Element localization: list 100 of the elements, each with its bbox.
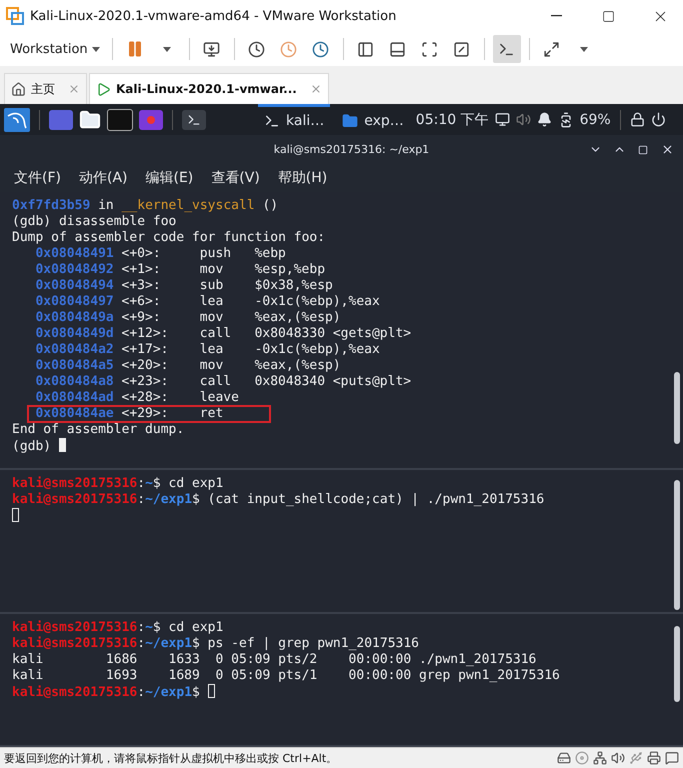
caret-icon: [92, 46, 100, 52]
menu-item[interactable]: 编辑(E): [146, 169, 194, 187]
operands-text: %eax,(%esp): [254, 358, 341, 374]
mnemonic-text: sub: [200, 278, 224, 294]
screen-recorder-icon[interactable]: [139, 110, 163, 130]
prompt-sigil: $: [192, 685, 200, 700]
message-icon[interactable]: [665, 751, 679, 765]
function-name: __kernel_vsyscall: [122, 198, 255, 213]
terminal-text: Dump of assembler code for function foo:: [12, 230, 326, 245]
panel-bottom-icon: [389, 40, 406, 58]
taskbar-item[interactable]: exp…: [336, 104, 410, 135]
tab[interactable]: 主页: [4, 73, 87, 104]
clock-text: 05:10 下午: [416, 110, 489, 128]
offset-text: <+20>:: [122, 358, 170, 374]
monitor-arrow-icon: [203, 40, 220, 58]
terminal-text: (gdb): [12, 439, 52, 454]
power-icon[interactable]: [650, 112, 666, 127]
operands-text: %ebp: [254, 246, 286, 262]
close-icon[interactable]: [310, 83, 322, 95]
folder-icon[interactable]: [79, 108, 101, 130]
operands-text: 0x8048340 <puts@plt>: [254, 374, 412, 390]
address-text: 0x08048497: [35, 294, 115, 310]
square-icon: [638, 144, 648, 154]
prompt-separator: :: [137, 476, 146, 490]
scrollbar-thumb[interactable]: [674, 626, 680, 702]
offset-text: <+28>:: [122, 390, 170, 406]
mnemonic-text: mov: [200, 310, 224, 326]
prompt-path: ~: [145, 620, 153, 636]
workstation-menu[interactable]: Workstation: [6, 40, 104, 58]
operands-text: %esp,%ebp: [254, 262, 326, 278]
scrollbar-thumb[interactable]: [674, 372, 680, 444]
prompt-path: ~/exp1: [145, 636, 192, 652]
prompt-user: kali@sms20175316: [12, 476, 138, 490]
close-icon: [660, 143, 674, 156]
address-text: 0x0804849a: [35, 310, 115, 326]
close-icon[interactable]: [68, 83, 80, 95]
command-text: cd exp1: [168, 620, 224, 636]
status-message: 要返回到您的计算机，请将鼠标指针从虚拟机中移出或按 Ctrl+Alt。: [4, 750, 338, 766]
terminal-title: kali@sms20175316: ~/exp1: [272, 143, 430, 156]
volume-icon[interactable]: [516, 112, 531, 127]
mnemonic-text: call: [200, 326, 232, 342]
operands-text: %eax,(%esp): [254, 310, 341, 326]
offset-text: <+23>:: [122, 374, 170, 390]
bell-icon[interactable]: [536, 112, 552, 127]
address-text: 0x08048491: [35, 246, 115, 262]
speaker-icon[interactable]: [611, 751, 625, 765]
menu-item[interactable]: 动作(A): [78, 169, 128, 187]
address-text: 0x080484a8: [35, 374, 115, 390]
minimize-icon: [550, 15, 562, 17]
maximize-icon: [602, 10, 614, 22]
operands-text: -0x1c(%ebp),%eax: [254, 294, 380, 310]
app-logo-icon: [6, 7, 24, 25]
scrollbar-thumb[interactable]: [674, 480, 680, 610]
tab[interactable]: Kali-Linux-2020.1-vmwar...: [89, 73, 329, 104]
network-icon[interactable]: [593, 751, 607, 765]
operands-text: 0x8048330 <gets@plt>: [254, 326, 412, 342]
square-slash-icon: [453, 40, 470, 58]
prompt-separator: :: [137, 636, 146, 652]
offset-text: <+0>:: [122, 246, 162, 262]
prompt-separator: :: [137, 492, 146, 506]
printer-icon[interactable]: [647, 751, 661, 765]
operands-text: $0x38,%esp: [254, 278, 333, 294]
panel-left-icon: [357, 40, 374, 58]
prompt-user: kali@sms20175316: [12, 636, 138, 652]
battery-text: 69%: [580, 112, 611, 128]
mnemonic-text: lea: [200, 342, 224, 358]
mnemonic-text: leave: [200, 390, 240, 406]
address-text: 0x0804849d: [35, 326, 115, 342]
terminal-pane[interactable]: kali@sms20175316:~$ cd exp1 kali@sms20175316:~/exp1$ (cat input_shellcode;cat) | ./pwn1_20175316: [0, 470, 683, 614]
prompt-separator: :: [137, 620, 146, 636]
offset-text: <+17>:: [122, 342, 170, 358]
mnemonic-text: push: [200, 246, 232, 262]
home-icon: [11, 82, 26, 96]
menu-item[interactable]: 帮助(H): [278, 169, 328, 187]
prompt-sigil: $: [192, 636, 200, 652]
console-button[interactable]: [492, 35, 521, 63]
address-text: 0x080484ae: [35, 406, 115, 422]
offset-text: <+9>:: [122, 310, 162, 326]
terminal-text: kali 1686 1633 0 05:09 pts/2 00:00:00 ./pwn1_20175316: [12, 652, 536, 668]
prompt-sigil: $: [152, 620, 161, 636]
hard-drive-icon[interactable]: [557, 751, 571, 765]
expand-icon: [543, 40, 560, 58]
menu-item[interactable]: 文件(F): [14, 169, 61, 187]
menu-item[interactable]: 查看(V): [211, 169, 260, 187]
prompt-path: ~: [145, 476, 153, 490]
mnemonic-text: mov: [200, 262, 224, 278]
operands-text: -0x1c(%ebp),%eax: [254, 342, 380, 358]
prompt-user: kali@sms20175316: [12, 620, 138, 636]
prompt-sigil: $: [192, 492, 200, 506]
monitor-icon[interactable]: [494, 112, 510, 127]
command-text: cd exp1: [168, 476, 224, 490]
window-title: Kali-Linux-2020.1-vmware-amd64 - VMware Workstation: [30, 8, 398, 24]
fullscreen-icon: [421, 40, 438, 58]
mnemonic-text: call: [200, 374, 232, 390]
caret-icon: [580, 46, 588, 52]
terminal-text: (gdb) disassemble foo: [12, 214, 176, 229]
offset-text: <+29>:: [122, 406, 170, 422]
clock-icon: [280, 40, 298, 58]
address-text: 0x080484a5: [35, 358, 115, 374]
lock-icon[interactable]: [630, 112, 645, 127]
